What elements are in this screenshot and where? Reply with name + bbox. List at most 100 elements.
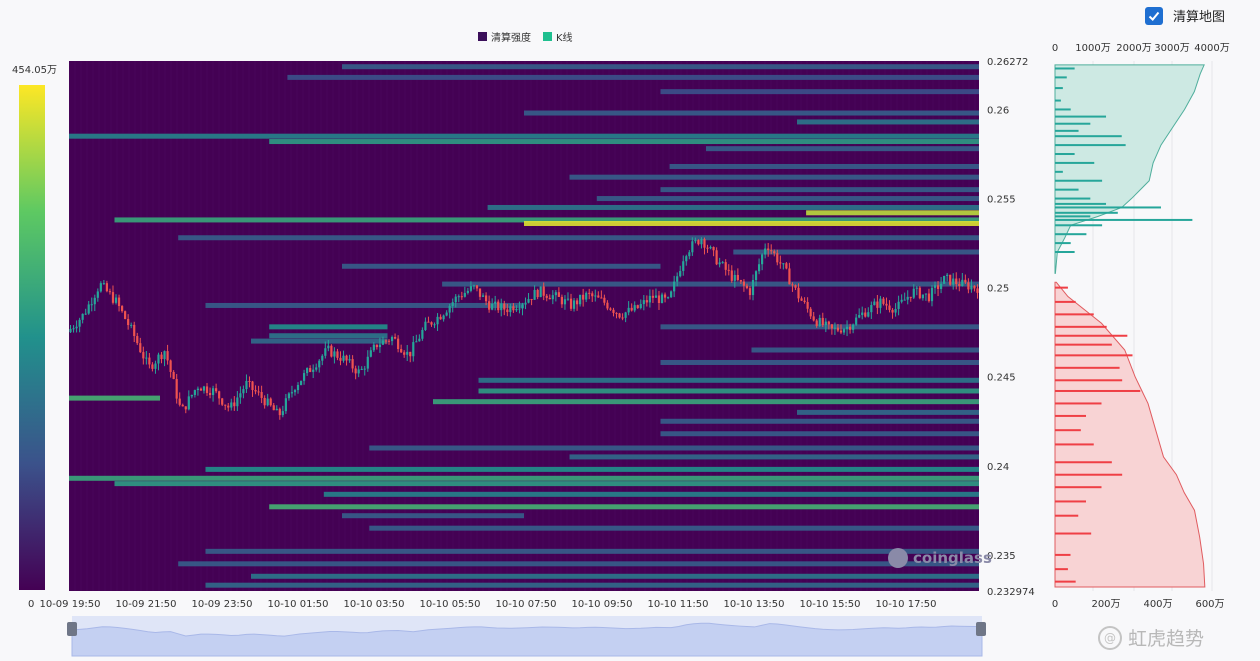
candle-body <box>539 286 542 298</box>
candle-body <box>873 301 876 306</box>
candle-body <box>733 274 736 281</box>
candle-body <box>442 315 445 320</box>
candle-body <box>330 345 333 357</box>
candle-body <box>157 354 160 364</box>
candle-body <box>527 299 530 303</box>
candle-body <box>321 355 324 361</box>
candle-body <box>293 390 297 393</box>
candle-body <box>87 304 90 314</box>
candle-body <box>742 281 746 286</box>
candle-body <box>84 313 87 315</box>
long-liquidation-bar <box>1055 343 1112 346</box>
heatmap-band <box>269 324 388 330</box>
candle-body <box>375 344 378 348</box>
zoom-slider-right-handle[interactable] <box>976 622 986 636</box>
zoom-slider-left-handle[interactable] <box>67 622 77 636</box>
heatmap-band <box>251 338 388 344</box>
candle-body <box>133 324 136 337</box>
liquidation-map-toggle[interactable]: 清算地图 <box>1145 6 1225 25</box>
x-tick-label: 10-09 23:50 <box>191 599 252 610</box>
y-tick-label: 0.26 <box>987 105 1009 116</box>
short-liquidation-bar <box>1055 122 1091 125</box>
coinglass-logo: coinglass <box>888 548 992 568</box>
short-liquidation-bar <box>1055 202 1107 205</box>
heatmap-band <box>660 89 979 95</box>
candle-body <box>248 380 251 382</box>
candle-body <box>342 355 345 361</box>
heatmap-band <box>524 110 979 116</box>
long-liquidation-bar <box>1055 553 1071 556</box>
checkbox[interactable] <box>1145 6 1163 25</box>
x-tick-label: 10-10 09:50 <box>571 599 632 610</box>
legend-item-kline[interactable]: K线 <box>543 29 573 44</box>
candle-body <box>694 240 697 242</box>
candle-body <box>670 291 673 298</box>
candle-body <box>366 356 369 369</box>
candle-body <box>439 316 442 320</box>
candle-body <box>930 287 934 302</box>
heatmap-band <box>478 377 979 383</box>
candle-body <box>730 270 733 281</box>
heatmap-band <box>569 174 979 180</box>
candle-body <box>360 368 363 370</box>
candle-body <box>812 316 815 321</box>
heatmap-band <box>706 146 979 152</box>
heatmap-band <box>287 74 979 80</box>
candle-body <box>448 306 451 313</box>
side-top-tick: 2000万 <box>1116 43 1151 54</box>
candle-body <box>536 289 539 298</box>
candle-body <box>906 296 909 300</box>
heatmap-band <box>369 445 979 451</box>
heatmap-band <box>660 359 979 365</box>
x-tick-label: 10-10 13:50 <box>723 599 784 610</box>
candle-body <box>224 404 227 406</box>
candle-body <box>178 398 181 405</box>
long-liquidation-bar <box>1055 414 1086 417</box>
long-liquidation-bar <box>1055 379 1123 382</box>
heatmap-band <box>251 573 979 579</box>
x-tick-label: 10-10 17:50 <box>875 599 936 610</box>
candle-body <box>715 250 718 265</box>
candle-body <box>99 283 102 292</box>
candle-body <box>245 380 248 390</box>
candle-body <box>848 326 852 330</box>
candle-body <box>666 297 670 299</box>
legend-swatch <box>478 32 487 41</box>
candle-body <box>761 254 764 265</box>
candle-body <box>378 344 382 348</box>
candle-body <box>509 306 512 313</box>
candle-body <box>409 351 412 357</box>
candle-body <box>139 343 142 353</box>
long-liquidation-bar <box>1055 568 1068 571</box>
candle-body <box>524 302 527 305</box>
candle-body <box>912 288 915 298</box>
candle-body <box>927 293 931 302</box>
candle-body <box>166 351 169 361</box>
side-top-tick: 1000万 <box>1075 43 1110 54</box>
legend-item-intensity[interactable]: 清算强度 <box>478 29 531 44</box>
candle-body <box>478 288 482 297</box>
candle-body <box>949 274 952 285</box>
candle-body <box>745 285 749 289</box>
candle-body <box>318 360 321 368</box>
candle-body <box>345 355 348 361</box>
y-tick-label: 0.25 <box>987 284 1009 295</box>
candle-body <box>839 330 843 333</box>
candle-body <box>751 279 755 296</box>
candle-body <box>600 297 603 299</box>
long-liquidation-bar <box>1055 366 1120 369</box>
candle-body <box>169 360 172 372</box>
candle-body <box>700 239 703 245</box>
short-liquidation-bar <box>1055 211 1118 214</box>
long-liquidation-bar <box>1055 334 1128 337</box>
long-liquidation-bar <box>1055 443 1094 446</box>
short-liquidation-bar <box>1055 135 1122 138</box>
candle-body <box>585 292 588 300</box>
long-liquidation-bar <box>1055 429 1081 432</box>
candle-body <box>260 392 263 398</box>
candle-body <box>272 405 275 411</box>
candle-body <box>563 299 567 305</box>
long-liquidation-bar <box>1055 325 1107 328</box>
candle-body <box>445 312 448 316</box>
candle-body <box>691 241 694 253</box>
